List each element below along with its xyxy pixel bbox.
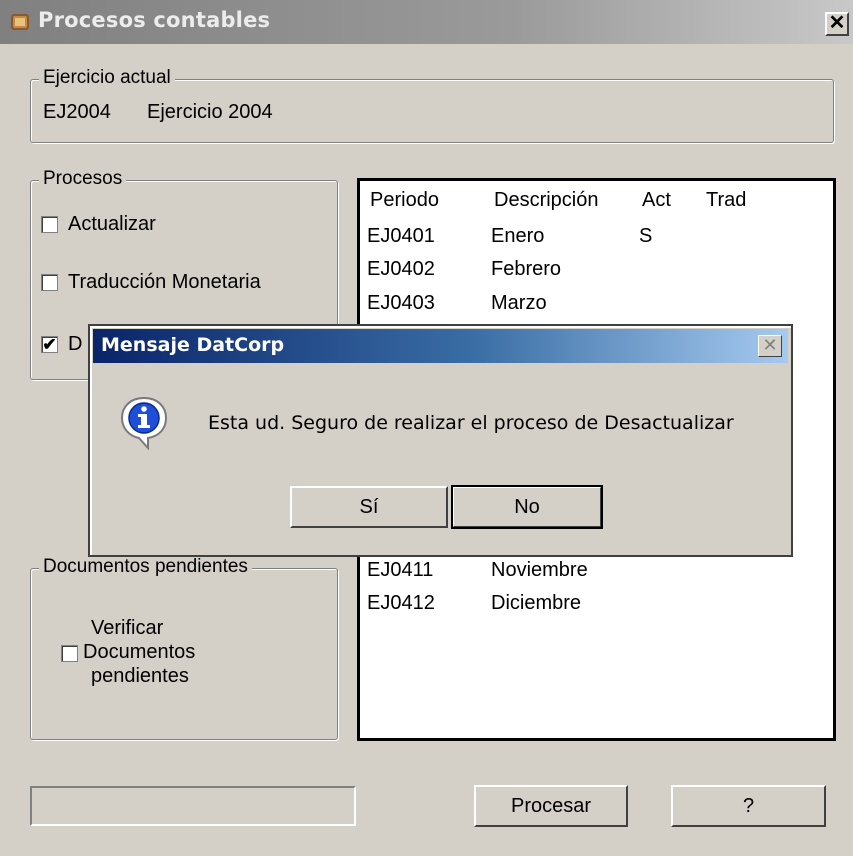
list-item[interactable]: EJ0412 Diciembre [360, 592, 830, 622]
documentos-pendientes-group: Documentos pendientes Verificar Document… [30, 556, 338, 740]
close-icon: ✕ [762, 335, 778, 355]
ejercicio-description: Ejercicio 2004 [147, 101, 273, 123]
descripcion-cell: Noviembre [491, 559, 588, 581]
checkbox-actualizar-label: Actualizar [68, 213, 156, 235]
window-titlebar[interactable]: Procesos contables ✕ [0, 0, 853, 44]
descripcion-cell: Febrero [491, 258, 562, 280]
periodo-cell: EJ0412 [367, 592, 435, 614]
header-descripcion[interactable]: Descripción [494, 189, 598, 212]
header-act[interactable]: Act [642, 189, 671, 212]
checkmark-icon: ✔ [42, 335, 57, 354]
procesar-button[interactable]: Procesar [474, 785, 628, 827]
app-icon [8, 10, 32, 34]
checkbox-box-checked[interactable]: ✔ [41, 336, 58, 353]
yes-button[interactable]: Sí [290, 486, 448, 528]
descripcion-cell: Marzo [491, 292, 547, 314]
procesos-contables-window: Procesos contables ✕ Ejercicio actual EJ… [0, 0, 853, 856]
verificar-label-line2: Documentos [83, 641, 196, 663]
verificar-label-line3: pendientes [91, 665, 189, 687]
checkbox-traduccion-monetaria[interactable]: Traducción Monetaria [41, 271, 326, 295]
periodo-cell: EJ0411 [367, 559, 434, 581]
info-icon [118, 394, 170, 451]
ejercicio-actual-legend: Ejercicio actual [39, 67, 175, 89]
checkbox-actualizar[interactable]: Actualizar [41, 213, 301, 237]
act-cell: S [639, 225, 653, 247]
checkbox-traduccion-label: Traducción Monetaria [68, 271, 261, 293]
checkbox-box[interactable] [61, 645, 78, 662]
window-title: Procesos contables [38, 8, 271, 32]
dialog-message: Esta ud. Seguro de realizar el proceso d… [208, 412, 734, 434]
header-periodo[interactable]: Periodo [370, 189, 439, 212]
list-item[interactable]: EJ0403 Marzo [360, 292, 830, 322]
no-button[interactable]: No [451, 485, 603, 529]
dialog-close-button[interactable]: ✕ [758, 335, 782, 357]
checkbox-box[interactable] [41, 216, 58, 233]
checkbox-box[interactable] [41, 274, 58, 291]
close-icon: ✕ [828, 12, 846, 34]
periodo-cell: EJ0403 [367, 292, 435, 314]
procesos-legend: Procesos [39, 168, 127, 190]
dialog-titlebar[interactable]: Mensaje DatCorp ✕ [93, 329, 788, 363]
descripcion-cell: Enero [491, 225, 545, 247]
dialog-title: Mensaje DatCorp [101, 334, 285, 356]
help-button[interactable]: ? [671, 785, 826, 827]
progress-status-box [30, 786, 356, 826]
periodo-cell: EJ0401 [367, 225, 435, 247]
checkbox-verificar-documentos[interactable]: Verificar Documentos pendientes [61, 617, 261, 689]
mensaje-dialog: Mensaje DatCorp ✕ Esta ud. Seguro de rea… [88, 324, 793, 557]
checkbox-desactualizar-label: D [68, 333, 83, 355]
ejercicio-actual-group: Ejercicio actual EJ2004 Ejercicio 2004 [30, 67, 834, 143]
documentos-pendientes-legend: Documentos pendientes [39, 556, 252, 578]
window-close-button[interactable]: ✕ [825, 12, 849, 36]
list-item[interactable]: EJ0411 Noviembre [360, 559, 830, 589]
verificar-label-line1: Verificar [91, 617, 164, 639]
descripcion-cell: Diciembre [491, 592, 582, 614]
header-trad[interactable]: Trad [706, 189, 746, 212]
ejercicio-code: EJ2004 [43, 101, 111, 123]
list-item[interactable]: EJ0402 Febrero [360, 258, 830, 288]
periodo-cell: EJ0402 [367, 258, 435, 280]
list-item[interactable]: EJ0401 Enero S [360, 225, 830, 255]
